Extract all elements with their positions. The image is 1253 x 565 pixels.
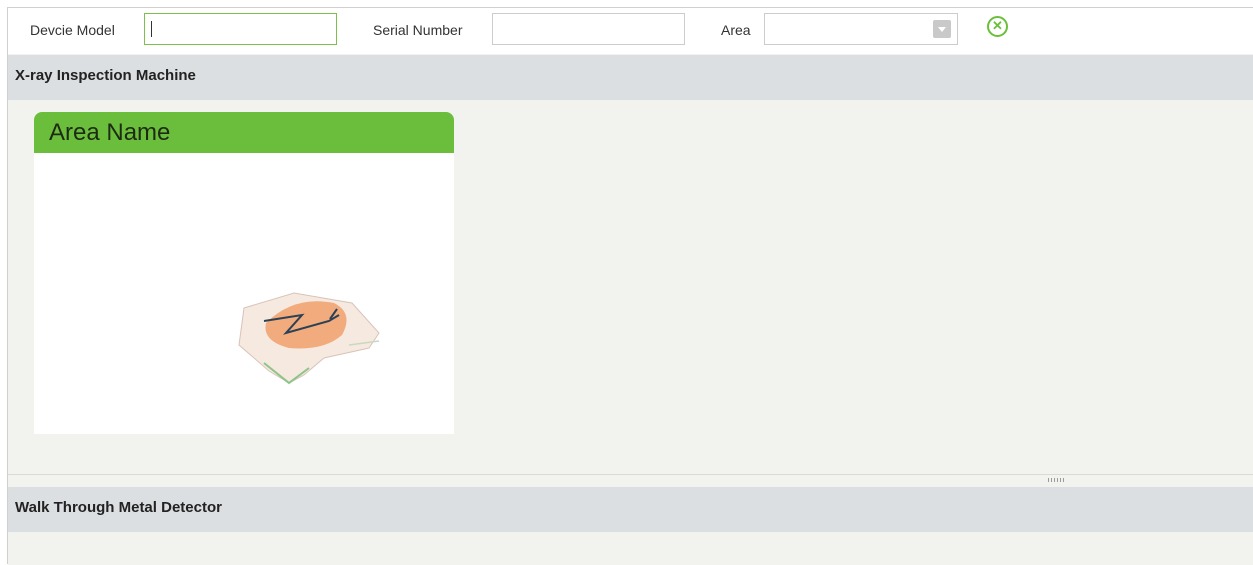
area-card[interactable]: Area Name	[34, 112, 454, 434]
section-header-xray[interactable]: X-ray Inspection Machine	[8, 55, 1253, 100]
section-header-walk-through[interactable]: Walk Through Metal Detector	[8, 487, 1253, 532]
area-map-image	[34, 153, 454, 434]
serial-number-input[interactable]	[492, 13, 685, 45]
chevron-down-icon[interactable]	[933, 20, 951, 38]
serial-number-label: Serial Number	[373, 22, 463, 38]
clear-filters-button[interactable]: ✕	[987, 16, 1008, 37]
filter-bar: Devcie Model Serial Number Area ✕	[8, 8, 1253, 54]
area-card-title: Area Name	[34, 112, 454, 153]
area-label: Area	[721, 22, 751, 38]
device-model-input[interactable]	[144, 13, 337, 45]
text-caret	[151, 21, 152, 37]
section-body-walk-through	[8, 532, 1253, 565]
area-select[interactable]	[764, 13, 958, 45]
close-circle-icon: ✕	[992, 18, 1003, 33]
device-model-label: Devcie Model	[30, 22, 115, 38]
device-monitor-panel: Devcie Model Serial Number Area ✕ X-ray …	[7, 7, 1253, 565]
splitter-grip-icon[interactable]	[1048, 478, 1064, 482]
panel-splitter[interactable]	[8, 474, 1253, 486]
